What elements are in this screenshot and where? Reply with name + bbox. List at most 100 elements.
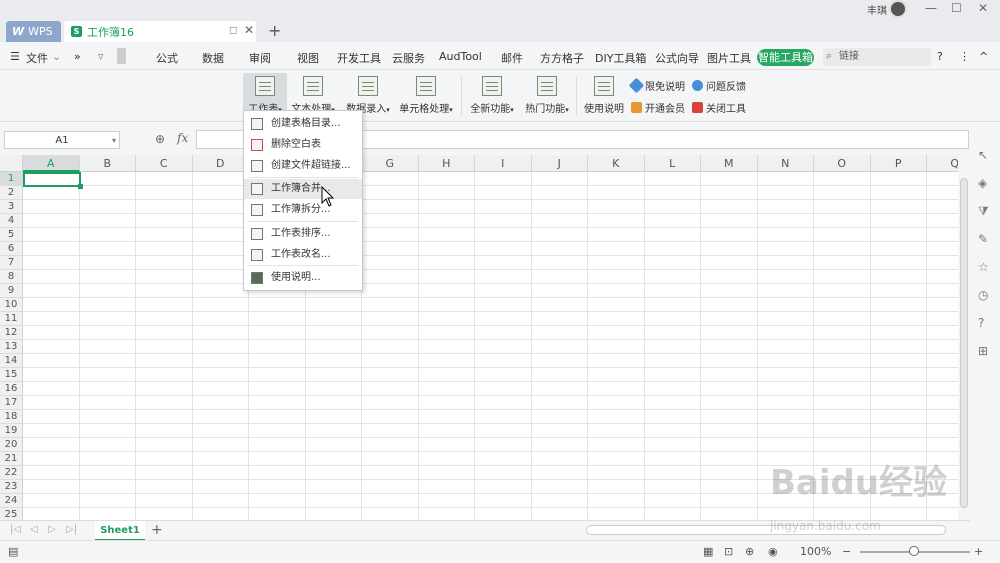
collapse-ribbon-icon[interactable]: ^ xyxy=(979,50,988,63)
chevron-down-icon[interactable]: ▾ xyxy=(112,132,116,149)
menu-item-rename-worksheets[interactable]: 工作表改名... xyxy=(244,245,362,265)
style-icon[interactable]: ◈ xyxy=(978,176,987,190)
menu-item-create-file-hyperlink[interactable]: 创建文件超链接... xyxy=(244,156,362,176)
vertical-scroll-thumb[interactable] xyxy=(960,178,968,508)
column-header[interactable]: C xyxy=(136,155,193,172)
avatar[interactable] xyxy=(889,0,907,18)
row-header[interactable]: 5 xyxy=(0,228,23,242)
active-cell[interactable] xyxy=(23,172,83,189)
zoom-in-button[interactable]: + xyxy=(974,545,983,558)
hamburger-icon[interactable]: ☰ xyxy=(10,50,20,63)
float-window-icon[interactable]: ◻ xyxy=(229,25,237,36)
row-header[interactable]: 15 xyxy=(0,368,23,382)
menu-audtool[interactable]: AudTool xyxy=(439,50,482,63)
menu-data[interactable]: 数据 xyxy=(202,50,224,66)
menu-smart-toolbox[interactable]: 智能工具箱 xyxy=(757,49,814,66)
menu-picture-tools[interactable]: 图片工具 xyxy=(707,50,751,66)
help-circle-icon[interactable]: ? xyxy=(978,316,984,330)
menu-item-sort-worksheets[interactable]: 工作表排序... xyxy=(244,224,362,244)
add-sheet-button[interactable]: + xyxy=(151,522,163,538)
free-note-button[interactable]: 限免说明 xyxy=(628,77,685,94)
row-header[interactable]: 3 xyxy=(0,200,23,214)
row-header[interactable]: 8 xyxy=(0,270,23,284)
menu-item-merge-workbooks[interactable]: 工作簿合并... xyxy=(244,179,362,199)
more-tabs-icon[interactable]: » xyxy=(74,50,81,63)
row-header[interactable]: 16 xyxy=(0,382,23,396)
first-sheet-icon[interactable]: |◁ xyxy=(10,524,21,535)
column-header[interactable]: M xyxy=(701,155,758,172)
row-header[interactable]: 9 xyxy=(0,284,23,298)
eye-protect-icon[interactable]: ◉ xyxy=(768,545,778,558)
last-sheet-icon[interactable]: ▷| xyxy=(66,524,77,535)
column-header[interactable]: B xyxy=(79,155,136,172)
zoom-slider-handle[interactable] xyxy=(909,546,919,556)
menu-mail[interactable]: 邮件 xyxy=(501,50,523,66)
new-tab-button[interactable]: + xyxy=(268,21,281,40)
close-tool-button[interactable]: 关闭工具 xyxy=(692,100,746,115)
page-break-icon[interactable]: ⊕ xyxy=(745,545,754,558)
row-header[interactable]: 13 xyxy=(0,340,23,354)
menu-formula[interactable]: 公式 xyxy=(156,50,178,66)
customize-icon[interactable]: ▿ xyxy=(98,50,104,63)
row-header[interactable]: 17 xyxy=(0,396,23,410)
row-header[interactable]: 2 xyxy=(0,186,23,200)
column-header[interactable]: G xyxy=(362,155,419,172)
menu-diy[interactable]: DIY工具箱 xyxy=(595,50,646,66)
menu-developer[interactable]: 开发工具 xyxy=(337,50,381,66)
menu-file[interactable]: 文件 xyxy=(26,50,48,66)
scroll-left-icon[interactable] xyxy=(117,48,126,64)
apps-grid-icon[interactable]: ⊞ xyxy=(978,344,988,358)
row-header[interactable]: 18 xyxy=(0,410,23,424)
menu-view[interactable]: 视图 xyxy=(297,50,319,66)
search-input[interactable]: ⌕ 链接 xyxy=(823,48,931,66)
row-header[interactable]: 11 xyxy=(0,312,23,326)
new-features-button[interactable]: 全新功能▾ xyxy=(469,76,515,115)
row-header[interactable]: 20 xyxy=(0,438,23,452)
worksheet-button[interactable]: 工作表▾ xyxy=(243,73,287,115)
column-header[interactable]: P xyxy=(870,155,927,172)
row-header[interactable]: 21 xyxy=(0,452,23,466)
page-layout-icon[interactable]: ⊡ xyxy=(724,545,733,558)
close-tab-icon[interactable]: ✕ xyxy=(244,23,254,37)
menu-item-usage-guide[interactable]: 使用说明... xyxy=(244,268,362,288)
column-header[interactable]: H xyxy=(418,155,475,172)
minimize-icon[interactable]: — xyxy=(925,1,937,15)
row-header[interactable]: 1 xyxy=(0,172,23,186)
row-header[interactable]: 19 xyxy=(0,424,23,438)
column-header[interactable]: L xyxy=(644,155,701,172)
maximize-icon[interactable]: ☐ xyxy=(951,1,962,15)
star-icon[interactable]: ☆ xyxy=(978,260,989,274)
zoom-out-button[interactable]: − xyxy=(842,545,851,558)
user-name[interactable]: 丰琪 xyxy=(867,2,887,17)
menu-item-delete-blank-sheet[interactable]: 删除空白表 xyxy=(244,135,362,155)
name-box[interactable]: A1 ▾ xyxy=(4,131,120,149)
select-all-corner[interactable] xyxy=(0,155,23,172)
menu-item-create-sheet-index[interactable]: 创建表格目录... xyxy=(244,114,362,134)
column-header[interactable]: N xyxy=(757,155,814,172)
normal-view-icon[interactable]: ▦ xyxy=(703,545,713,558)
sheet-tab-sheet1[interactable]: Sheet1 xyxy=(95,521,145,541)
more-menu-icon[interactable]: ⋮ xyxy=(959,50,970,63)
column-header[interactable]: O xyxy=(814,155,871,172)
help-icon[interactable]: ? xyxy=(937,50,943,63)
row-header[interactable]: 22 xyxy=(0,466,23,480)
macro-record-icon[interactable]: ▤ xyxy=(8,545,18,558)
chevron-down-icon[interactable]: ⌄ xyxy=(52,50,61,63)
row-header[interactable]: 24 xyxy=(0,494,23,508)
usage-guide-button[interactable]: 使用说明 xyxy=(584,76,624,115)
row-header[interactable]: 7 xyxy=(0,256,23,270)
menu-item-split-workbook[interactable]: 工作簿拆分... xyxy=(244,200,362,220)
document-tab[interactable]: S 工作簿16 ◻ ✕ xyxy=(64,21,256,42)
menu-cloud[interactable]: 云服务 xyxy=(392,50,425,66)
row-header[interactable]: 4 xyxy=(0,214,23,228)
menu-fangfang[interactable]: 方方格子 xyxy=(540,50,584,66)
cell-process-button[interactable]: 单元格处理▾ xyxy=(398,76,454,115)
zoom-lookup-icon[interactable]: ⊕ xyxy=(155,132,165,146)
row-header[interactable]: 12 xyxy=(0,326,23,340)
menu-review[interactable]: 审阅 xyxy=(249,50,271,66)
row-header[interactable]: 10 xyxy=(0,298,23,312)
prev-sheet-icon[interactable]: ◁ xyxy=(30,524,38,535)
pointer-icon[interactable]: ↖ xyxy=(978,148,988,162)
row-header[interactable]: 14 xyxy=(0,354,23,368)
hot-features-button[interactable]: 热门功能▾ xyxy=(523,76,571,115)
